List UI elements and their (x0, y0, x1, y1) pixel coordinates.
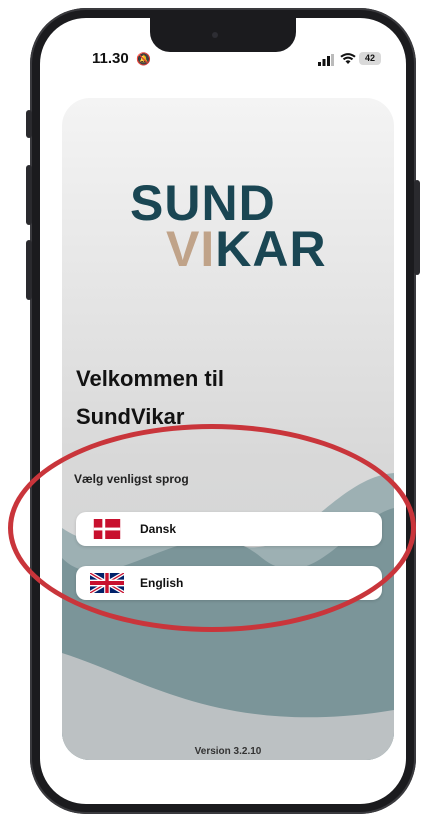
welcome-line-1: Velkommen til (76, 366, 224, 391)
battery-indicator: 42 (359, 52, 381, 65)
silent-bell-icon: 🔕 (136, 52, 151, 66)
red-annotation-ellipse (8, 424, 416, 632)
version-label: Version 3.2.10 (194, 746, 262, 757)
logo-vikar-rest: KAR (215, 221, 327, 277)
status-time: 11.30 (92, 50, 129, 67)
screen: 11.30 🔕 42 SUND VIKAR Velkommen til Sund… (40, 18, 406, 804)
volume-down-button (26, 240, 32, 300)
wifi-icon (340, 53, 356, 64)
signal-icon (318, 54, 334, 66)
volume-up-button (26, 165, 32, 225)
logo-vikar: VIKAR (166, 220, 327, 278)
status-bar: 11.30 🔕 42 (40, 18, 406, 74)
mute-switch (26, 110, 32, 138)
logo-vikar-accent: VI (166, 221, 216, 277)
power-button (414, 180, 420, 275)
